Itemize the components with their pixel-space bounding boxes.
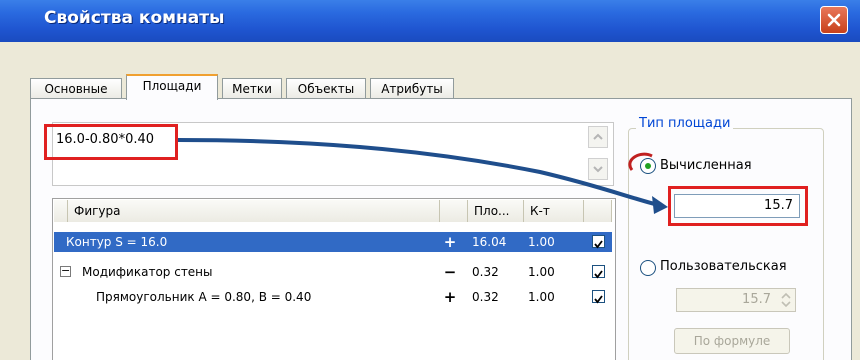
annotation-arrow (177, 138, 668, 214)
room-properties-dialog: Свойства комнаты Основные Площади Метки … (0, 0, 860, 360)
tab-areas[interactable]: Площади (126, 74, 218, 100)
